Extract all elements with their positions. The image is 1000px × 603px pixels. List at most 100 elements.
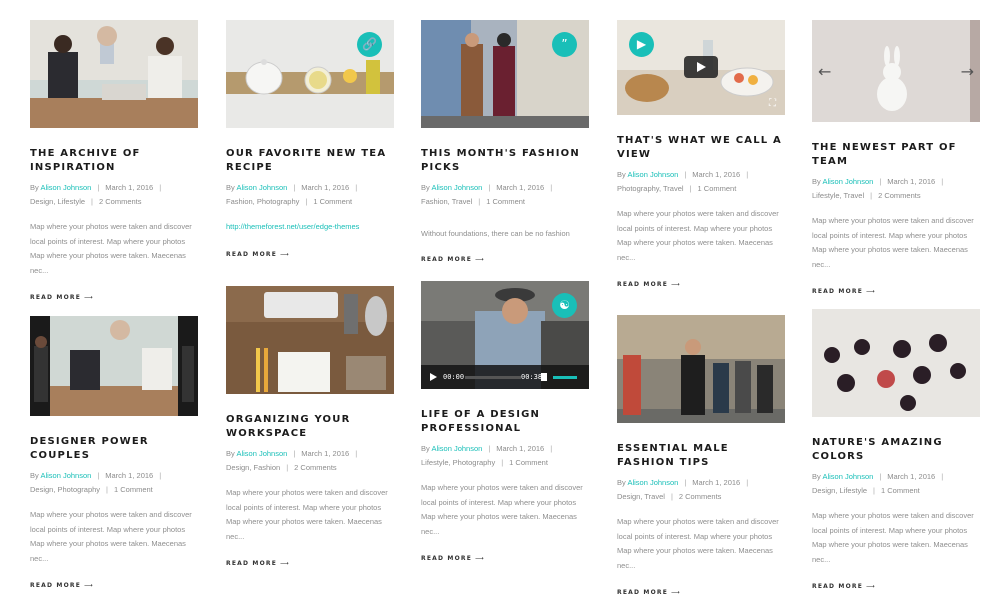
post-categories[interactable]: Design, Lifestyle: [812, 486, 867, 495]
post-thumbnail[interactable]: ▶ ⛶: [617, 20, 785, 115]
post-thumbnail[interactable]: [30, 316, 198, 416]
post-title[interactable]: THIS MONTH'S FASHION PICKS: [421, 147, 589, 175]
post-date[interactable]: March 1, 2016: [887, 177, 935, 186]
post-categories[interactable]: Lifestyle, Photography: [421, 458, 495, 467]
read-more-link[interactable]: READ MORE ⟶: [30, 294, 198, 301]
post-categories[interactable]: Design, Lifestyle: [30, 197, 85, 206]
read-more-link[interactable]: READ MORE ⟶: [617, 281, 785, 288]
read-more-link[interactable]: READ MORE ⟶: [421, 555, 589, 562]
post-thumbnail[interactable]: ”: [421, 20, 589, 128]
read-more-label: READ MORE: [30, 294, 82, 302]
post-thumbnail[interactable]: 🔗: [226, 20, 394, 128]
post-date[interactable]: March 1, 2016: [105, 183, 153, 192]
post-title[interactable]: THAT'S WHAT WE CALL A VIEW: [617, 134, 785, 162]
meta-by-label: By: [226, 183, 235, 192]
post-comments[interactable]: 1 Comment: [698, 184, 737, 193]
author-link[interactable]: Alison Johnson: [431, 444, 482, 453]
post-date[interactable]: March 1, 2016: [496, 444, 544, 453]
post-meta: By Alison Johnson | March 1, 2016 | Design,…: [226, 449, 358, 472]
read-more-link[interactable]: READ MORE ⟶: [226, 560, 394, 567]
arrow-right-icon[interactable]: →: [961, 62, 974, 81]
post-comments[interactable]: 1 Comment: [313, 197, 352, 206]
read-more-link[interactable]: READ MORE ⟶: [812, 583, 980, 590]
volume-icon[interactable]: [541, 373, 547, 381]
post-comments[interactable]: 1 Comment: [881, 486, 920, 495]
post-thumbnail[interactable]: [812, 309, 980, 417]
meta-by-label: By: [812, 472, 821, 481]
post-categories[interactable]: Design, Photography: [30, 485, 100, 494]
post-comments[interactable]: 1 Comment: [509, 458, 548, 467]
author-link[interactable]: Alison Johnson: [431, 183, 482, 192]
post-date[interactable]: March 1, 2016: [692, 478, 740, 487]
blog-post: NATURE'S AMAZING COLORS By Alison Johnso…: [812, 309, 980, 590]
volume-slider[interactable]: [553, 376, 577, 379]
read-more-link[interactable]: READ MORE ⟶: [812, 288, 980, 295]
read-more-link[interactable]: READ MORE ⟶: [421, 256, 589, 263]
post-link[interactable]: http://themeforest.net/user/edge-themes: [226, 222, 359, 231]
play-button[interactable]: [684, 56, 718, 78]
post-thumbnail[interactable]: [226, 286, 394, 394]
play-icon[interactable]: [430, 373, 437, 381]
post-excerpt: Map where your photos were taken and dis…: [812, 216, 974, 269]
blog-post: ” THIS MONTH'S FASHION PICKS By Alison J…: [421, 20, 589, 263]
post-comments[interactable]: 2 Comments: [679, 492, 722, 501]
blog-post: ORGANIZING YOUR WORKSPACE By Alison John…: [226, 286, 394, 567]
arrow-right-icon: ⟶: [280, 560, 290, 568]
post-categories[interactable]: Fashion, Photography: [226, 197, 299, 206]
post-comments[interactable]: 1 Comment: [486, 197, 525, 206]
author-link[interactable]: Alison Johnson: [822, 472, 873, 481]
author-link[interactable]: Alison Johnson: [40, 183, 91, 192]
post-comments[interactable]: 2 Comments: [878, 191, 921, 200]
post-thumbnail[interactable]: [617, 315, 785, 423]
post-title[interactable]: THE NEWEST PART OF TEAM: [812, 141, 980, 169]
post-meta: By Alison Johnson | March 1, 2016 | Design,…: [812, 472, 944, 495]
post-date[interactable]: March 1, 2016: [301, 449, 349, 458]
post-title[interactable]: LIFE OF A DESIGN PROFESSIONAL: [421, 408, 589, 436]
arrow-left-icon[interactable]: ←: [818, 62, 831, 81]
post-title[interactable]: NATURE'S AMAZING COLORS: [812, 436, 980, 464]
post-excerpt: http://themeforest.net/user/edge-themes: [226, 220, 394, 235]
author-link[interactable]: Alison Johnson: [627, 170, 678, 179]
post-categories[interactable]: Photography, Travel: [617, 184, 684, 193]
post-categories[interactable]: Design, Fashion: [226, 463, 280, 472]
post-date[interactable]: March 1, 2016: [496, 183, 544, 192]
post-title[interactable]: THE ARCHIVE OF INSPIRATION: [30, 147, 198, 175]
author-link[interactable]: Alison Johnson: [627, 478, 678, 487]
post-meta: By Alison Johnson | March 1, 2016 | Design,…: [30, 183, 162, 206]
post-title[interactable]: DESIGNER POWER COUPLES: [30, 435, 198, 463]
post-date[interactable]: March 1, 2016: [301, 183, 349, 192]
read-more-link[interactable]: READ MORE ⟶: [30, 582, 198, 589]
post-title[interactable]: ESSENTIAL MALE FASHION TIPS: [617, 442, 785, 470]
post-title[interactable]: ORGANIZING YOUR WORKSPACE: [226, 413, 394, 441]
player-progress-track[interactable]: [465, 376, 521, 379]
post-date[interactable]: March 1, 2016: [887, 472, 935, 481]
post-categories[interactable]: Design, Travel: [617, 492, 665, 501]
post-comments[interactable]: 1 Comment: [114, 485, 153, 494]
meta-by-label: By: [617, 478, 626, 487]
author-link[interactable]: Alison Johnson: [236, 183, 287, 192]
post-thumbnail[interactable]: ☯ 00:00 00:38: [421, 281, 589, 389]
post-comments[interactable]: 2 Comments: [99, 197, 142, 206]
author-link[interactable]: Alison Johnson: [822, 177, 873, 186]
post-date[interactable]: March 1, 2016: [105, 471, 153, 480]
blog-post: ESSENTIAL MALE FASHION TIPS By Alison Jo…: [617, 315, 785, 596]
post-date[interactable]: March 1, 2016: [692, 170, 740, 179]
read-more-label: READ MORE: [421, 555, 473, 563]
author-link[interactable]: Alison Johnson: [40, 471, 91, 480]
read-more-link[interactable]: READ MORE ⟶: [617, 589, 785, 596]
fullscreen-icon[interactable]: ⛶: [769, 99, 779, 109]
post-thumbnail[interactable]: [30, 20, 198, 128]
post-comments[interactable]: 2 Comments: [294, 463, 337, 472]
post-categories[interactable]: Fashion, Travel: [421, 197, 472, 206]
player-duration: 00:38: [521, 373, 543, 381]
read-more-link[interactable]: READ MORE ⟶: [226, 251, 394, 258]
post-categories[interactable]: Lifestyle, Travel: [812, 191, 864, 200]
post-title[interactable]: OUR FAVORITE NEW TEA RECIPE: [226, 147, 394, 175]
post-meta: By Alison Johnson | March 1, 2016 | Photogr…: [617, 170, 749, 193]
quote-icon: ”: [552, 32, 577, 57]
author-link[interactable]: Alison Johnson: [236, 449, 287, 458]
arrow-right-icon: ⟶: [866, 288, 876, 296]
post-thumbnail[interactable]: ← →: [812, 20, 980, 122]
read-more-label: READ MORE: [226, 250, 278, 258]
post-excerpt: Map where your photos were taken and dis…: [617, 517, 779, 570]
